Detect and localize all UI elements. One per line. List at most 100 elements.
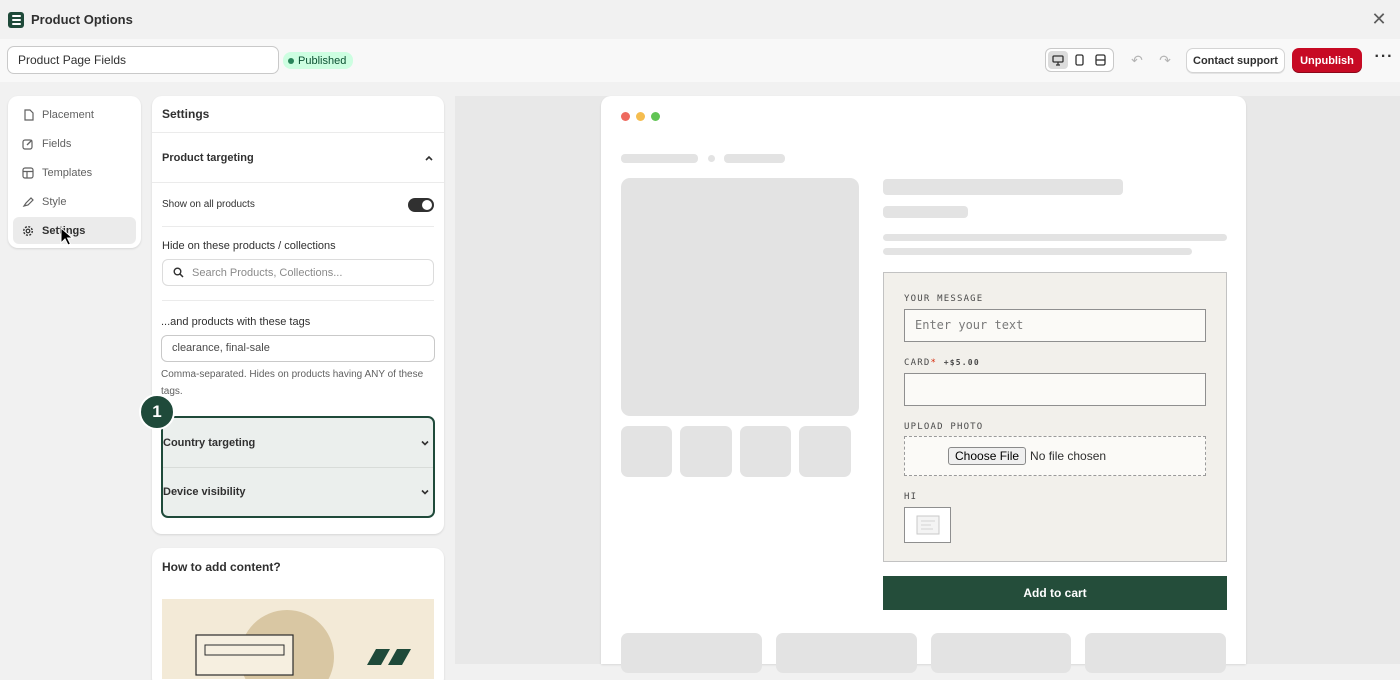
- maximize-dot-icon: [651, 112, 660, 121]
- card-label-text: CARD: [904, 358, 931, 368]
- price-placeholder: [883, 206, 968, 218]
- more-actions-icon[interactable]: ···: [1374, 49, 1394, 69]
- device-switcher: [1045, 48, 1114, 72]
- how-to-illustration: [162, 599, 434, 679]
- settings-title: Settings: [152, 96, 444, 133]
- show-all-products-toggle[interactable]: [408, 197, 434, 212]
- unpublish-button[interactable]: Unpublish: [1292, 48, 1362, 73]
- device-visibility-label: Device visibility: [163, 486, 246, 498]
- sidebar-item-label: Style: [42, 195, 67, 208]
- top-toolbar: Product Page Fields Published ↶ ↷ Contac…: [0, 39, 1400, 82]
- sidebar-item-settings[interactable]: Settings: [13, 217, 136, 244]
- gear-icon: [22, 225, 34, 237]
- title-bar: Product Options ✕: [0, 0, 1400, 39]
- hi-field-label: HI: [904, 492, 918, 502]
- how-to-card: How to add content?: [152, 548, 444, 680]
- description-placeholder: [883, 248, 1192, 255]
- status-badge: Published: [283, 52, 354, 69]
- thumbnail-placeholder: [680, 426, 732, 477]
- tags-label: ...and products with these tags: [161, 316, 311, 328]
- mouse-cursor-icon: [60, 227, 74, 246]
- thumbnail-placeholder: [740, 426, 791, 477]
- sidebar-item-label: Placement: [42, 108, 94, 121]
- close-icon[interactable]: ✕: [1370, 10, 1388, 28]
- breadcrumb-placeholder: [621, 154, 698, 163]
- message-input[interactable]: Enter your text: [904, 309, 1206, 342]
- search-placeholder: Search Products, Collections...: [192, 266, 343, 279]
- chevron-down-icon: [421, 489, 429, 495]
- choose-file-button[interactable]: Choose File: [948, 447, 1027, 465]
- show-all-products-row: Show on all products: [162, 183, 434, 227]
- card-price: +$5.00: [943, 358, 980, 367]
- card-input[interactable]: [904, 373, 1206, 406]
- show-all-products-label: Show on all products: [162, 199, 255, 210]
- related-product-placeholder: [931, 633, 1071, 673]
- settings-panel: Settings Product targeting Show on all p…: [152, 96, 444, 534]
- mobile-view-button[interactable]: [1069, 51, 1089, 69]
- how-to-title: How to add content?: [162, 560, 281, 574]
- product-targeting-header[interactable]: Product targeting: [152, 133, 444, 183]
- desktop-icon: [1052, 54, 1064, 66]
- app-logo-icon: [8, 11, 24, 28]
- tags-help-text: Comma-separated. Hides on products havin…: [161, 369, 424, 397]
- hide-products-section: Hide on these products / collections Sea…: [152, 227, 444, 286]
- step-number-badge: 1: [139, 394, 175, 430]
- no-file-text: No file chosen: [1030, 449, 1107, 463]
- breadcrumb-separator: [708, 155, 715, 162]
- hide-products-label: Hide on these products / collections: [162, 240, 336, 252]
- sidebar-item-style[interactable]: Style: [13, 188, 136, 215]
- product-options-form: YOUR MESSAGE Enter your text CARD* +$5.0…: [883, 272, 1227, 562]
- required-marker: *: [930, 358, 938, 368]
- country-targeting-header[interactable]: Country targeting: [163, 418, 433, 467]
- status-badge-label: Published: [298, 54, 347, 67]
- breadcrumb-placeholder: [724, 154, 785, 163]
- page-icon: [22, 108, 34, 121]
- hi-image-swatch[interactable]: [904, 507, 951, 543]
- message-field-label: YOUR MESSAGE: [904, 294, 984, 304]
- tags-input[interactable]: clearance, final-sale: [161, 335, 435, 362]
- title-placeholder: [883, 179, 1123, 195]
- search-icon: [173, 267, 184, 278]
- preview-window: YOUR MESSAGE Enter your text CARD* +$5.0…: [601, 96, 1246, 673]
- highlighted-sections: Country targeting Device visibility: [161, 416, 435, 518]
- chevron-down-icon: [421, 440, 429, 446]
- edit-icon: [22, 138, 34, 150]
- description-placeholder: [883, 234, 1227, 241]
- fullwidth-icon: [1095, 54, 1106, 66]
- sidebar-nav: Placement Fields Templates Style Setting…: [8, 96, 141, 248]
- minimize-dot-icon: [636, 112, 645, 121]
- upload-field-label: UPLOAD PHOTO: [904, 422, 984, 432]
- image-icon: [916, 515, 939, 535]
- related-product-placeholder: [1085, 633, 1226, 673]
- card-field-label: CARD* +$5.00: [904, 358, 980, 368]
- related-product-placeholder: [776, 633, 917, 673]
- page-name-field[interactable]: Product Page Fields: [7, 46, 279, 74]
- fullwidth-view-button[interactable]: [1091, 51, 1111, 69]
- window-controls: [621, 112, 660, 121]
- sidebar-item-label: Fields: [42, 137, 72, 150]
- template-icon: [22, 166, 34, 179]
- contact-support-button[interactable]: Contact support: [1186, 48, 1285, 73]
- related-product-placeholder: [621, 633, 762, 673]
- status-dot-icon: [288, 57, 294, 64]
- upload-photo-field: Choose File No file chosen: [904, 436, 1206, 476]
- desktop-view-button[interactable]: [1048, 51, 1069, 69]
- sidebar-item-placement[interactable]: Placement: [13, 101, 136, 128]
- product-targeting-label: Product targeting: [162, 151, 254, 164]
- close-dot-icon: [621, 112, 630, 121]
- add-to-cart-button[interactable]: Add to cart: [883, 576, 1227, 610]
- tags-section: ...and products with these tags clearanc…: [152, 301, 444, 400]
- sidebar-item-templates[interactable]: Templates: [13, 159, 136, 186]
- product-search-input[interactable]: Search Products, Collections...: [162, 259, 434, 286]
- product-image-placeholder: [621, 178, 859, 416]
- mobile-icon: [1075, 54, 1084, 66]
- chevron-up-icon: [425, 155, 433, 161]
- redo-icon[interactable]: ↷: [1157, 52, 1173, 68]
- sidebar-item-fields[interactable]: Fields: [13, 130, 136, 157]
- thumbnail-placeholder: [799, 426, 851, 477]
- brush-icon: [22, 196, 34, 208]
- device-visibility-header[interactable]: Device visibility: [163, 467, 433, 516]
- undo-icon[interactable]: ↶: [1129, 52, 1145, 68]
- thumbnail-placeholder: [621, 426, 672, 477]
- app-title: Product Options: [31, 12, 133, 27]
